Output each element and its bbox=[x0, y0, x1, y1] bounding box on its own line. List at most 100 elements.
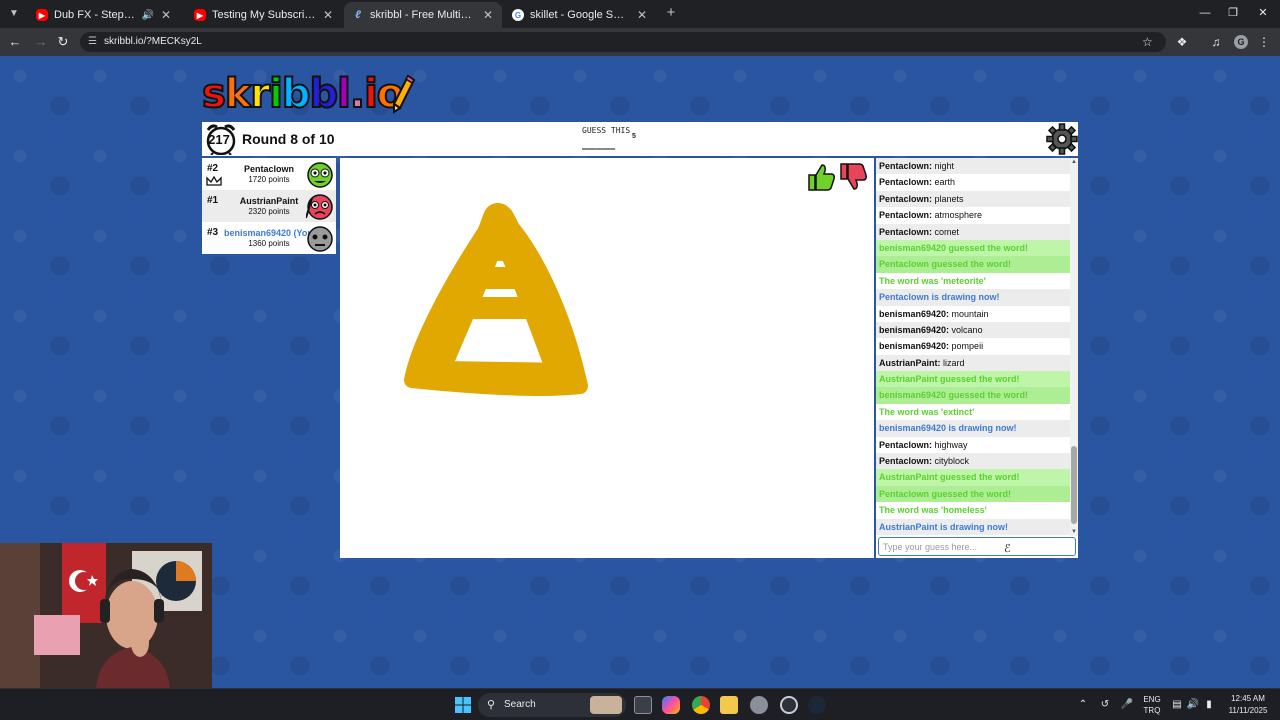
chrome-icon[interactable] bbox=[692, 696, 710, 714]
chat-message: Pentaclown: cityblock bbox=[876, 453, 1070, 470]
chat-author: Pentaclown: bbox=[879, 210, 933, 221]
browser-tab[interactable]: G skillet - Google Search ✕ bbox=[504, 2, 656, 28]
speaker-icon[interactable]: 🔊 bbox=[142, 10, 154, 21]
clock-time[interactable]: 12:45 AM bbox=[1222, 694, 1274, 703]
obs-icon[interactable] bbox=[780, 696, 798, 714]
sync-icon[interactable]: ↺ bbox=[1098, 698, 1112, 712]
player-rank: #1 bbox=[207, 195, 219, 206]
chat-author: Pentaclown: bbox=[879, 161, 933, 171]
close-window-icon[interactable]: ✕ bbox=[1256, 5, 1270, 21]
player-rank: #2 bbox=[207, 163, 219, 174]
chat-text: highway bbox=[932, 439, 968, 450]
forward-arrow-icon[interactable]: → bbox=[33, 34, 49, 50]
close-tab-icon[interactable]: ✕ bbox=[482, 8, 494, 22]
media-control-icon[interactable]: ♫ bbox=[1208, 34, 1224, 50]
chat-text: The word was 'meteorite' bbox=[879, 275, 986, 286]
google-icon: G bbox=[512, 9, 524, 21]
chat-text: AustrianPaint is drawing now! bbox=[879, 521, 1009, 532]
network-icon[interactable]: ▤ bbox=[1170, 698, 1184, 712]
restore-icon[interactable]: ❐ bbox=[1226, 5, 1240, 21]
player-row[interactable]: #2 Pentaclown 1720 points bbox=[202, 158, 336, 190]
scroll-thumb[interactable] bbox=[1071, 446, 1077, 524]
extensions-icon[interactable]: ❖ bbox=[1174, 34, 1190, 50]
chat-text: benisman69420 guessed the word! bbox=[879, 242, 1029, 253]
copilot-icon[interactable] bbox=[662, 696, 680, 714]
game-top-bar: 217 Round 8 of 10 GUESS THIS 5 _____ bbox=[202, 122, 1078, 156]
youtube-icon: ▶ bbox=[194, 9, 206, 21]
steam-icon[interactable] bbox=[808, 696, 826, 714]
player-points: 1360 points bbox=[248, 239, 290, 248]
file-explorer-icon[interactable] bbox=[720, 696, 738, 714]
scroll-up-arrow-icon[interactable]: ▲ bbox=[1070, 158, 1078, 166]
logo-letter: i bbox=[268, 70, 284, 118]
new-tab-plus-icon[interactable]: + bbox=[664, 5, 678, 21]
player-row[interactable]: #1 AustrianPaint 2320 points bbox=[202, 190, 336, 222]
chat-author: Pentaclown: bbox=[879, 193, 933, 204]
tab-search-chevron-icon[interactable]: ▼ bbox=[6, 6, 22, 22]
tray-overflow-chevron-icon[interactable]: ⌃ bbox=[1076, 698, 1090, 712]
task-view-icon[interactable] bbox=[634, 696, 652, 714]
profile-avatar[interactable]: G bbox=[1234, 35, 1248, 49]
chat-text: The word was 'extinct' bbox=[879, 406, 975, 417]
scroll-down-arrow-icon[interactable]: ▼ bbox=[1070, 528, 1078, 536]
language-indicator[interactable]: ENG bbox=[1138, 695, 1166, 704]
chat-author: Pentaclown: bbox=[879, 439, 933, 450]
chat-text: mountain bbox=[949, 308, 989, 319]
tab-title: Testing My Subscribers' Struggl bbox=[212, 9, 316, 21]
chat-message: AustrianPaint: lizard bbox=[876, 354, 1070, 372]
chat-message: Pentaclown is drawing now! bbox=[876, 289, 1070, 306]
back-arrow-icon[interactable]: ← bbox=[7, 34, 23, 50]
drawing-canvas[interactable] bbox=[340, 158, 874, 558]
taskbar-search-label: Search bbox=[504, 699, 536, 710]
player-name: Pentaclown bbox=[243, 164, 294, 174]
more-menu-icon[interactable]: ⋮ bbox=[1256, 34, 1272, 50]
reload-icon[interactable]: ↻ bbox=[55, 34, 71, 50]
chat-scrollbar[interactable]: ▲ ▼ bbox=[1070, 158, 1078, 536]
thumbs-down-icon[interactable] bbox=[838, 162, 868, 192]
chat-message: benisman69420: pompeii bbox=[876, 338, 1070, 354]
settings-app-icon[interactable] bbox=[750, 696, 768, 714]
tab-title: Dub FX - Step on my trip - bbox=[54, 9, 136, 21]
guess-input[interactable] bbox=[878, 537, 1076, 556]
battery-icon[interactable]: ▮ bbox=[1202, 698, 1216, 712]
close-tab-icon[interactable]: ✕ bbox=[160, 8, 172, 22]
browser-tab[interactable]: ▶ Dub FX - Step on my trip - 🔊 ✕ bbox=[28, 2, 180, 28]
chat-text: Pentaclown is drawing now! bbox=[879, 292, 1000, 303]
chat-text: cityblock bbox=[932, 456, 970, 467]
chat-message: AustrianPaint is drawing now! bbox=[876, 518, 1070, 535]
chat-panel: Pentaclown: night Pentaclown: earth Pentac… bbox=[876, 158, 1078, 558]
chat-message: benisman69420: mountain bbox=[876, 306, 1070, 322]
minimize-icon[interactable]: — bbox=[1198, 5, 1212, 21]
microphone-icon[interactable]: 🎤 bbox=[1120, 698, 1134, 712]
skribbl-logo: skribbl.io bbox=[201, 70, 405, 118]
chat-author: benisman69420: bbox=[879, 324, 950, 335]
chat-message: Pentaclown guessed the word! bbox=[876, 485, 1070, 503]
chat-author: AustrianPaint: bbox=[879, 357, 941, 368]
browser-tab-active[interactable]: ℓ skribbl - Free Multiplayer Draw ✕ bbox=[344, 2, 502, 28]
chat-text: earth bbox=[932, 177, 956, 188]
chat-text: Pentaclown guessed the word! bbox=[879, 488, 1012, 499]
site-settings-icon[interactable]: ☰ bbox=[88, 36, 100, 48]
webcam-overlay bbox=[0, 543, 212, 688]
chat-message: The word was 'extinct' bbox=[876, 403, 1070, 421]
player-points: 2320 points bbox=[248, 207, 290, 216]
taskbar-search[interactable]: ⚲ Search bbox=[478, 693, 626, 717]
volume-icon[interactable]: 🔊 bbox=[1186, 698, 1200, 712]
close-tab-icon[interactable]: ✕ bbox=[636, 8, 648, 22]
chat-text: benisman69420 is drawing now! bbox=[879, 423, 1017, 434]
settings-gear-icon[interactable] bbox=[1046, 123, 1078, 155]
close-tab-icon[interactable]: ✕ bbox=[322, 8, 334, 22]
webcam-image bbox=[0, 543, 212, 688]
player-avatar bbox=[307, 162, 333, 188]
chat-messages[interactable]: Pentaclown: night Pentaclown: earth Pentac… bbox=[876, 158, 1070, 536]
browser-tab[interactable]: ▶ Testing My Subscribers' Struggl ✕ bbox=[186, 2, 342, 28]
address-bar[interactable]: ☰ skribbl.io/?MECKsy2L ☆ bbox=[80, 32, 1166, 52]
chat-text: pompeii bbox=[949, 341, 984, 352]
keyboard-layout-indicator[interactable]: TRQ bbox=[1138, 706, 1166, 715]
chat-message: The word was 'homeless' bbox=[876, 502, 1070, 519]
windows-start-icon[interactable] bbox=[454, 696, 472, 714]
bookmark-star-icon[interactable]: ☆ bbox=[1142, 35, 1153, 49]
thumbs-up-icon[interactable] bbox=[806, 162, 836, 192]
player-row-you[interactable]: #3 benisman69420 (You) 1360 points bbox=[202, 222, 336, 254]
clock-date[interactable]: 11/11/2025 bbox=[1222, 706, 1274, 715]
